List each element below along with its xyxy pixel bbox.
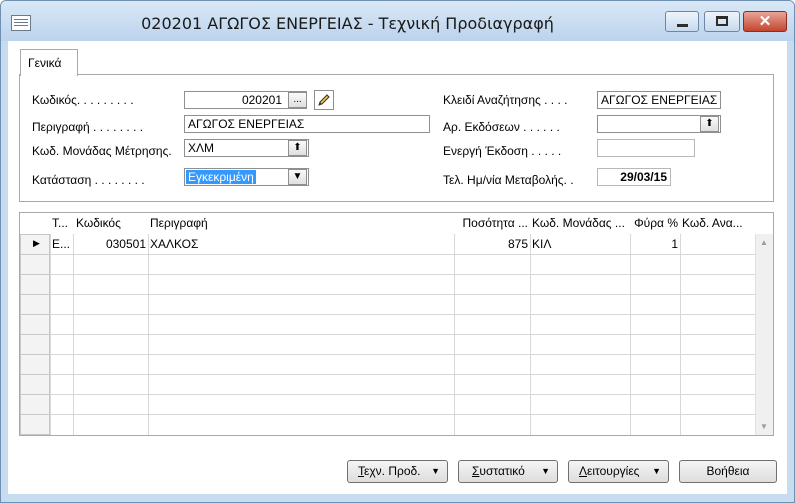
column-header-scrap[interactable]: Φύρα %	[630, 213, 680, 234]
component-menu-label: υστατικό	[479, 464, 525, 478]
column-header-unit[interactable]: Κωδ. Μονάδας ...	[530, 213, 630, 234]
status-label: Κατάσταση . . . . . . . .	[32, 173, 145, 187]
general-panel: Κωδικός. . . . . . . . . 020201 ... Περι…	[19, 74, 774, 202]
maximize-icon	[716, 16, 728, 26]
window: 020201 ΑΓΩΓΟΣ ΕΝΕΡΓΕΙΑΣ - Τεχνική Προδια…	[0, 0, 795, 503]
close-button[interactable]: ✕	[743, 11, 787, 32]
last-modified-label: Τελ. Ημ/νία Μεταβολής. .	[443, 173, 574, 187]
functions-menu-label: ειτουργίες	[587, 464, 640, 478]
row-selector[interactable]	[20, 334, 50, 355]
row-selector[interactable]	[20, 414, 50, 435]
tab-general-label: Γενικά	[28, 56, 62, 70]
unit-lookup-button[interactable]: ⬆	[288, 140, 307, 156]
functions-menu-button[interactable]: Λειτουργίες ▼	[568, 460, 669, 483]
search-key-label: Κλειδί Αναζήτησης . . . .	[443, 93, 568, 107]
functions-menu-arrow-icon: ▼	[652, 466, 661, 476]
column-header-description[interactable]: Περιγραφή	[148, 213, 454, 234]
scroll-up-icon[interactable]: ▲	[760, 238, 768, 247]
component-menu-arrow-icon: ▼	[541, 466, 550, 476]
lines-grid: Τ... Κωδικός Περιγραφή Ποσότητα ... Κωδ.…	[19, 212, 774, 436]
row-pointer-icon: ▶	[33, 238, 40, 248]
active-version-label: Ενεργή Έκδοση . . . . .	[443, 144, 562, 158]
client-area: Γενικά Κωδικός. . . . . . . . . 020201 .…	[8, 41, 787, 494]
pencil-icon	[318, 94, 330, 106]
cell-description[interactable]: ΧΑΛΚΟΣ	[148, 234, 454, 255]
status-dropdown-button[interactable]: ▼	[288, 169, 307, 185]
title-bar[interactable]: 020201 ΑΓΩΓΟΣ ΕΝΕΡΓΕΙΑΣ - Τεχνική Προδια…	[1, 1, 794, 41]
spec-menu-arrow-icon: ▼	[431, 466, 440, 476]
edit-button[interactable]	[314, 90, 334, 110]
scroll-down-icon[interactable]: ▼	[760, 422, 768, 431]
description-label: Περιγραφή . . . . . . . .	[32, 120, 144, 134]
close-icon: ✕	[758, 13, 772, 30]
column-header-code[interactable]: Κωδικός	[74, 213, 148, 234]
row-selector[interactable]	[20, 274, 50, 295]
window-title: 020201 ΑΓΩΓΟΣ ΕΝΕΡΓΕΙΑΣ - Τεχνική Προδια…	[141, 14, 554, 33]
minimize-icon	[677, 24, 688, 27]
description-field[interactable]: ΑΓΩΓΟΣ ΕΝΕΡΓΕΙΑΣ	[184, 115, 430, 133]
cell-scrap[interactable]: 1	[630, 234, 680, 255]
unit-label: Κωδ. Μονάδας Μέτρησης.	[32, 144, 172, 158]
last-modified-field[interactable]: 29/03/15	[597, 168, 671, 186]
maximize-button[interactable]	[704, 11, 740, 32]
row-selector[interactable]	[20, 394, 50, 415]
code-lookup-button[interactable]: ...	[288, 92, 307, 108]
cell-type[interactable]: Ε...	[50, 234, 74, 255]
search-key-field[interactable]: ΑΓΩΓΟΣ ΕΝΕΡΓΕΙΑΣ	[597, 91, 721, 109]
cell-quantity[interactable]: 875	[454, 234, 530, 255]
column-header-type[interactable]: Τ...	[50, 213, 74, 234]
spec-menu-button[interactable]: Τεχν. Προδ. ▼	[347, 460, 448, 483]
help-button[interactable]: Βοήθεια	[679, 460, 777, 483]
row-selector[interactable]	[20, 254, 50, 275]
row-selector[interactable]	[20, 354, 50, 375]
versions-lookup-button[interactable]: ⬆	[700, 116, 719, 132]
active-version-field[interactable]	[597, 139, 695, 157]
minimize-button[interactable]	[665, 11, 699, 32]
cell-code[interactable]: 030501	[74, 234, 148, 255]
status-value: Εγκεκριμένη	[186, 170, 256, 184]
row-selector[interactable]	[20, 374, 50, 395]
spec-menu-label: εχν. Προδ.	[364, 464, 421, 478]
grid-header: Τ... Κωδικός Περιγραφή Ποσότητα ... Κωδ.…	[20, 213, 755, 234]
cell-unit[interactable]: ΚΙΛ	[530, 234, 630, 255]
row-selector[interactable]	[20, 294, 50, 315]
vertical-scrollbar[interactable]: ▲ ▼	[755, 234, 773, 435]
column-header-alt-code[interactable]: Κωδ. Ανα...	[680, 213, 755, 234]
row-selector[interactable]	[20, 314, 50, 335]
versions-label: Αρ. Εκδόσεων . . . . . .	[443, 120, 560, 134]
functions-menu-mnemonic: Λ	[579, 464, 588, 478]
component-menu-button[interactable]: Συστατικό ▼	[458, 460, 558, 483]
row-selector[interactable]: ▶	[20, 234, 50, 255]
column-header-quantity[interactable]: Ποσότητα ...	[454, 213, 530, 234]
cell-alt-code[interactable]	[680, 234, 755, 255]
tab-general[interactable]: Γενικά	[20, 49, 78, 76]
code-label: Κωδικός. . . . . . . . .	[32, 93, 134, 107]
